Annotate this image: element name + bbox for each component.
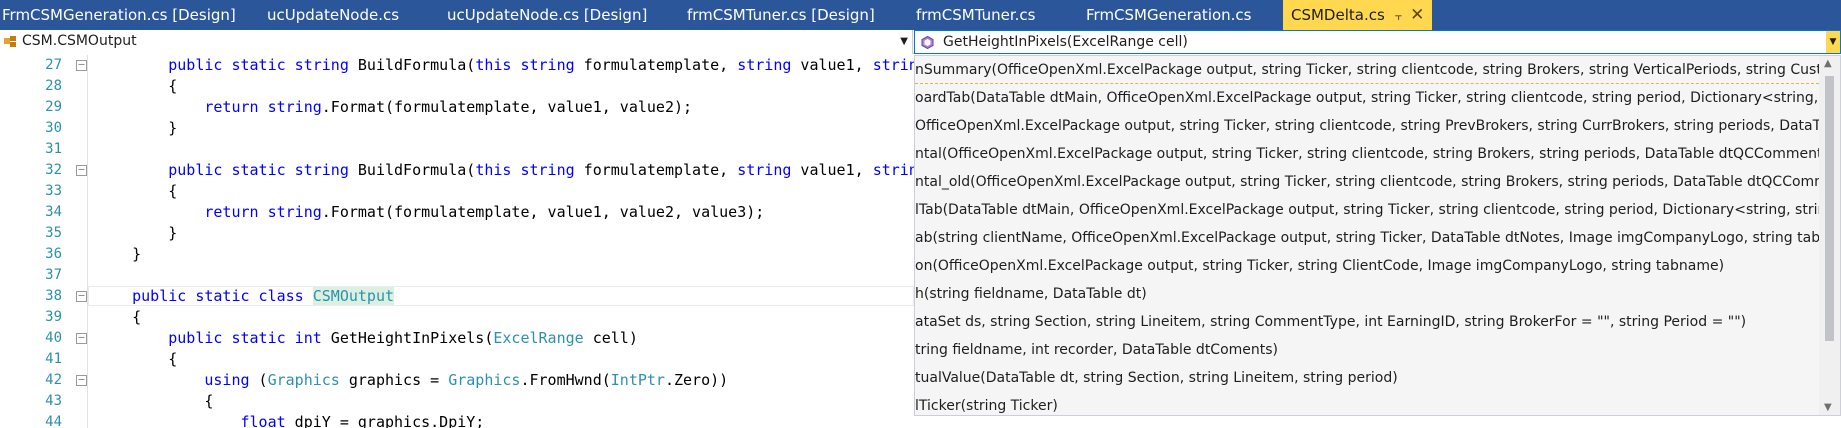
line-number: 42: [45, 372, 62, 388]
code-text: return string.Format(formulatemplate, va…: [204, 203, 765, 221]
code-text: {: [96, 392, 214, 410]
line-number: 28: [45, 78, 62, 94]
scroll-down-icon[interactable]: ▼: [1824, 402, 1832, 413]
list-item[interactable]: h(string fieldname, DataTable dt): [915, 280, 1819, 308]
tab-label: ucUpdateNode.cs: [267, 6, 400, 24]
type-selector-label: CSM.CSMOutput: [22, 33, 137, 49]
scrollbar-thumb[interactable]: [1825, 76, 1834, 341]
chevron-down-icon[interactable]: ▼: [900, 36, 908, 47]
line-number: 38: [45, 288, 62, 304]
method-icon: [921, 36, 934, 49]
line-number: 43: [45, 393, 62, 409]
code-text: public static int GetHeightInPixels(Exce…: [96, 329, 638, 347]
code-text: {: [96, 308, 142, 326]
code-text: public static class CSMOutput: [96, 287, 395, 305]
code-text: {: [96, 182, 178, 200]
tab-label: frmCSMTuner.cs: [916, 6, 1036, 24]
list-item[interactable]: nSummary(OfficeOpenXml.ExcelPackage outp…: [915, 56, 1819, 84]
line-number: 32: [45, 162, 62, 178]
member-selector-label: GetHeightInPixels(ExcelRange cell): [943, 34, 1188, 50]
code-text: public static string BuildFormula(this s…: [96, 161, 927, 179]
member-selector[interactable]: GetHeightInPixels(ExcelRange cell) ▼: [914, 30, 1841, 54]
code-text: }: [96, 224, 178, 242]
code-text: {: [96, 77, 178, 95]
code-text: {: [96, 350, 178, 368]
list-item[interactable]: tualValue(DataTable dt, string Section, …: [915, 364, 1819, 392]
code-text: return string.Format(formulatemplate, va…: [204, 98, 693, 116]
list-item[interactable]: ab(string clientName, OfficeOpenXml.Exce…: [915, 224, 1819, 252]
line-number: 34: [45, 204, 62, 220]
class-icon: [4, 36, 16, 47]
tab-ucupdatenode-design[interactable]: ucUpdateNode.cs [Design]: [447, 0, 647, 30]
type-selector[interactable]: CSM.CSMOutput ▼: [0, 30, 913, 54]
list-item[interactable]: tring fieldname, int recorder, DataTable…: [915, 336, 1819, 364]
list-item[interactable]: ataSet ds, string Section, string Lineit…: [915, 308, 1819, 336]
tab-csmdelta[interactable]: CSMDelta.cs ⫟ ✕: [1283, 0, 1433, 32]
tab-frmcsmgeneration-design[interactable]: FrmCSMGeneration.cs [Design]: [2, 0, 236, 30]
line-number: 31: [45, 141, 62, 157]
code-text: }: [96, 119, 178, 137]
line-number: 37: [45, 267, 62, 283]
line-number: 39: [45, 309, 62, 325]
line-number: 27: [45, 57, 62, 73]
tab-ucupdatenode[interactable]: ucUpdateNode.cs: [267, 0, 399, 30]
dropdown-scrollbar[interactable]: ▲ ▼: [1819, 56, 1840, 415]
line-number: 44: [45, 414, 62, 428]
list-item[interactable]: oardTab(DataTable dtMain, OfficeOpenXml.…: [915, 84, 1819, 112]
tab-label: FrmCSMGeneration.cs [Design]: [2, 6, 236, 24]
collapse-icon[interactable]: –: [76, 165, 87, 176]
collapse-icon[interactable]: –: [76, 375, 87, 386]
line-number: 33: [45, 183, 62, 199]
list-item[interactable]: ntal(OfficeOpenXml.ExcelPackage output, …: [915, 140, 1819, 168]
tab-frmcsmtuner[interactable]: frmCSMTuner.cs: [916, 0, 1035, 30]
chevron-down-icon[interactable]: ▼: [1826, 31, 1840, 53]
code-text: }: [96, 245, 142, 263]
collapse-icon[interactable]: –: [76, 333, 87, 344]
member-dropdown-list[interactable]: nSummary(OfficeOpenXml.ExcelPackage outp…: [914, 55, 1841, 416]
line-number: 40: [45, 330, 62, 346]
code-text: using (Graphics graphics = Graphics.From…: [204, 371, 729, 389]
tab-label: CSMDelta.cs: [1291, 6, 1385, 24]
tab-label: FrmCSMGeneration.cs: [1086, 6, 1252, 24]
list-item[interactable]: OfficeOpenXml.ExcelPackage output, strin…: [915, 112, 1819, 140]
tab-label: frmCSMTuner.cs [Design]: [687, 6, 875, 24]
tab-frmcsmgeneration[interactable]: FrmCSMGeneration.cs: [1086, 0, 1252, 30]
collapse-icon[interactable]: –: [76, 60, 87, 71]
code-text: float dpiY = graphics.DpiY;: [240, 413, 485, 428]
line-number: 41: [45, 351, 62, 367]
line-number: 35: [45, 225, 62, 241]
pin-icon[interactable]: ⫟: [1395, 1, 1402, 32]
collapse-icon[interactable]: –: [76, 291, 87, 302]
code-text: public static string BuildFormula(this s…: [96, 56, 927, 74]
tab-frmcsmtuner-design[interactable]: frmCSMTuner.cs [Design]: [687, 0, 875, 30]
close-icon[interactable]: ✕: [1410, 0, 1424, 31]
list-item[interactable]: lTab(DataTable dtMain, OfficeOpenXml.Exc…: [915, 196, 1819, 224]
list-item[interactable]: lTicker(string Ticker): [915, 392, 1819, 415]
navigation-bar: CSM.CSMOutput ▼ GetHeightInPixels(ExcelR…: [0, 30, 1841, 54]
line-number: 36: [45, 246, 62, 262]
document-tab-strip: FrmCSMGeneration.cs [Design] ucUpdateNod…: [0, 0, 1841, 30]
list-item[interactable]: on(OfficeOpenXml.ExcelPackage output, st…: [915, 252, 1819, 280]
list-item[interactable]: ntal_old(OfficeOpenXml.ExcelPackage outp…: [915, 168, 1819, 196]
scroll-up-icon[interactable]: ▲: [1824, 58, 1832, 69]
tab-label: ucUpdateNode.cs [Design]: [447, 6, 648, 24]
line-number: 29: [45, 99, 62, 115]
line-number: 30: [45, 120, 62, 136]
